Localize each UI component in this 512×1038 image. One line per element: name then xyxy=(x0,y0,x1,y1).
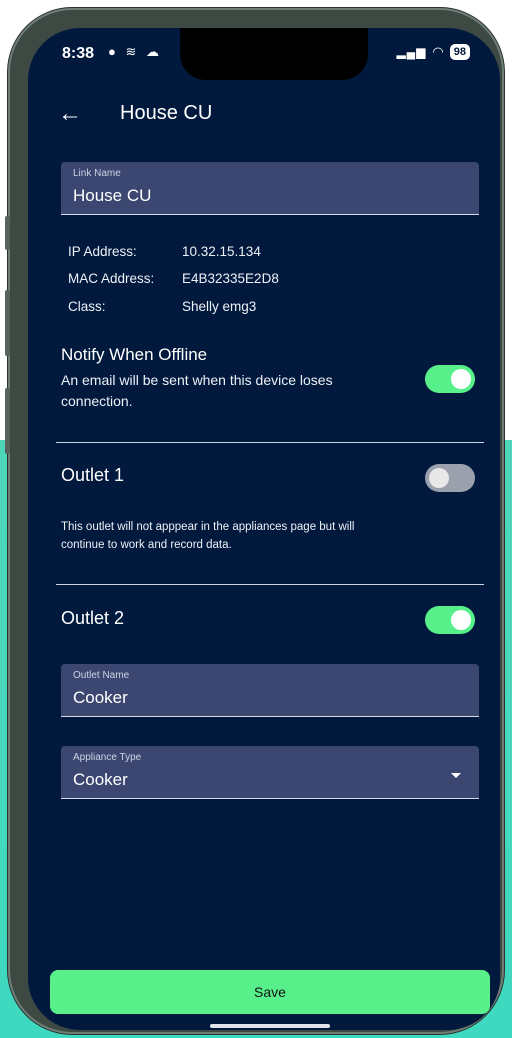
appliance-type-label: Appliance Type xyxy=(73,752,142,763)
link-name-value: House CU xyxy=(73,186,152,205)
toggle-knob xyxy=(429,468,449,488)
info-key: IP Address: xyxy=(68,244,137,259)
dropdown-arrow-icon xyxy=(451,773,461,778)
save-button[interactable]: Save xyxy=(50,970,490,1014)
battery-icon: 98 xyxy=(449,44,470,60)
toggle-knob xyxy=(451,369,471,389)
signal-icon: ▂▄▆ xyxy=(396,45,427,59)
notify-toggle[interactable] xyxy=(425,365,475,393)
home-indicator xyxy=(210,1024,330,1028)
outlet1-description: This outlet will not apppear in the appl… xyxy=(61,518,441,554)
notification-icons: ● ≋ ☁ xyxy=(108,44,162,59)
info-value: Shelly emg3 xyxy=(182,299,257,314)
volume-up-button xyxy=(5,290,10,356)
info-value: 10.32.15.134 xyxy=(182,244,261,259)
outlet1-title: Outlet 1 xyxy=(61,465,125,485)
status-time: 8:38 xyxy=(62,45,95,62)
outlet-name-value: Cooker xyxy=(73,688,128,707)
volume-down-button xyxy=(5,388,10,454)
outlet1-toggle[interactable] xyxy=(425,464,475,492)
notify-description-line: connection. xyxy=(61,393,133,409)
outlet1-description-line: continue to work and record data. xyxy=(61,539,232,551)
info-row-class: Class: Shelly emg3 xyxy=(68,299,468,319)
info-key: Class: xyxy=(68,299,106,314)
outlet1-description-line: This outlet will not apppear in the appl… xyxy=(61,521,355,533)
notify-description-line: An email will be sent when this device l… xyxy=(61,372,333,388)
page-title: House CU xyxy=(120,102,213,124)
link-name-label: Link Name xyxy=(73,168,121,179)
info-row-mac: MAC Address: E4B32335E2D8 xyxy=(68,271,468,291)
camera-notch xyxy=(180,28,368,80)
mute-switch xyxy=(5,216,10,250)
notify-description: An email will be sent when this device l… xyxy=(61,370,401,412)
link-name-field[interactable]: Link Name House CU xyxy=(61,162,479,215)
info-row-ip: IP Address: 10.32.15.134 xyxy=(68,244,468,264)
outlet-name-field[interactable]: Outlet Name Cooker xyxy=(61,664,479,717)
notify-title: Notify When Offline xyxy=(61,345,208,364)
info-value: E4B32335E2D8 xyxy=(182,271,279,286)
appliance-type-select[interactable]: Appliance Type Cooker xyxy=(61,746,479,799)
outlet-name-label: Outlet Name xyxy=(73,670,130,681)
appliance-type-value: Cooker xyxy=(73,770,128,789)
toggle-knob xyxy=(451,610,471,630)
app-bar: ← House CU xyxy=(28,98,500,138)
app-screen: 8:38 ● ≋ ☁ ▂▄▆ ◠ 98 ← House CU Link Name… xyxy=(28,28,500,1030)
divider xyxy=(56,584,484,585)
arrow-left-icon[interactable]: ← xyxy=(58,100,82,128)
divider xyxy=(56,442,484,443)
outlet2-toggle[interactable] xyxy=(425,606,475,634)
phone-frame: 8:38 ● ≋ ☁ ▂▄▆ ◠ 98 ← House CU Link Name… xyxy=(5,8,504,1034)
outlet2-title: Outlet 2 xyxy=(61,608,125,628)
info-key: MAC Address: xyxy=(68,271,155,286)
wifi-icon: ◠ xyxy=(432,44,444,59)
